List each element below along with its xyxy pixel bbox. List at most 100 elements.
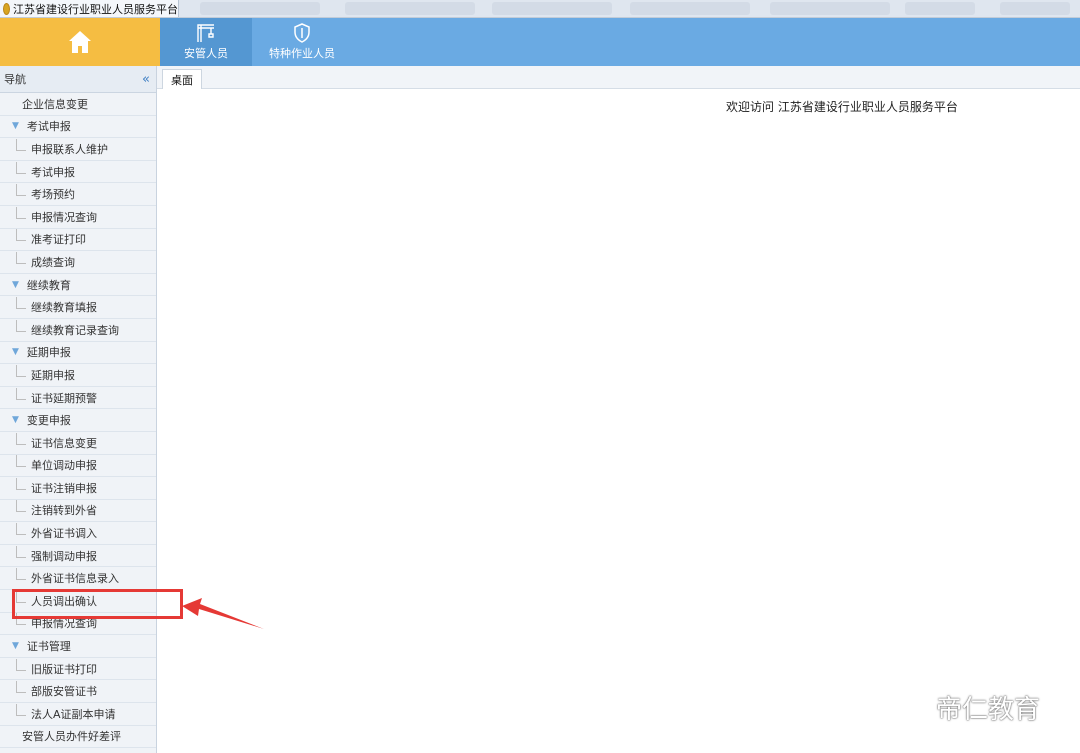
browser-tab[interactable]: [630, 2, 750, 15]
sidebar-item[interactable]: 延期申报: [0, 364, 156, 387]
sidebar-item-label: 考试申报: [26, 120, 71, 134]
sidebar-item[interactable]: 考试申报: [0, 161, 156, 184]
tree-connector-icon: [16, 703, 26, 716]
tree-connector-icon: [16, 297, 26, 310]
browser-tab-title: 江苏省建设行业职业人员服务平台: [13, 2, 178, 16]
nav-group[interactable]: ▼ 考试申报: [0, 116, 156, 139]
tree-connector-icon: [16, 206, 26, 219]
tree-connector-icon: [16, 523, 26, 536]
sidebar-item[interactable]: 证书延期预警: [0, 387, 156, 410]
sidebar-item-label: 继续教育: [26, 278, 71, 292]
wechat-icon: [893, 693, 926, 721]
browser-tab[interactable]: [905, 2, 975, 15]
sidebar-item[interactable]: 强制调动申报: [0, 545, 156, 568]
expand-triangle-icon: ▼: [12, 641, 19, 652]
browser-tab-strip: 江苏省建设行业职业人员服务平台: [0, 0, 1080, 18]
content-tab-strip: 桌面: [157, 66, 1080, 89]
tree-connector-icon: [16, 432, 26, 445]
tree-connector-icon: [16, 251, 26, 264]
nav-special-operations[interactable]: 特种作业人员: [252, 18, 352, 66]
tree-connector-icon: [16, 319, 26, 332]
sidebar-item-label: 延期申报: [26, 346, 71, 360]
sidebar-item[interactable]: 外省证书信息录入: [0, 567, 156, 591]
browser-tab[interactable]: [770, 2, 890, 15]
home-icon: [69, 31, 91, 53]
sidebar-item[interactable]: 准考证打印: [0, 229, 156, 252]
sidebar-item-label: 法人A证副本申请: [31, 707, 116, 721]
sidebar-item[interactable]: 证书注销申报: [0, 477, 156, 500]
expand-triangle-icon: ▼: [12, 415, 19, 426]
sidebar-item-label: 证书信息变更: [31, 436, 97, 450]
expand-triangle-icon: ▼: [12, 121, 19, 132]
sidebar-item-label: 强制调动申报: [31, 549, 97, 563]
nav-group[interactable]: ▼ 继续教育: [0, 274, 156, 297]
tree-connector-icon: [16, 184, 26, 197]
annotation-arrow-icon: [182, 598, 264, 629]
sidebar-item[interactable]: 申报联系人维护: [0, 138, 156, 161]
tree-connector-icon: [16, 161, 26, 174]
sidebar-item-label: 成绩查询: [31, 255, 75, 269]
site-favicon-icon: [3, 2, 10, 15]
browser-tab[interactable]: [1000, 2, 1070, 15]
browser-tab[interactable]: [345, 2, 475, 15]
tree-connector-icon: [16, 477, 26, 490]
expand-triangle-icon: ▼: [12, 347, 19, 358]
sidebar-item[interactable]: 成绩查询: [0, 251, 156, 274]
tree-connector-icon: [16, 229, 26, 242]
tree-connector-icon: [16, 364, 26, 377]
sidebar-item-label: 旧版证书打印: [31, 662, 97, 676]
sidebar-item-label: 延期申报: [31, 368, 75, 382]
sidebar-item[interactable]: 继续教育填报: [0, 296, 156, 319]
tree-connector-icon: [16, 568, 26, 581]
nav-safety-label: 安管人员: [184, 47, 228, 60]
nav-tree: 企业信息变更 ▼ 考试申报 申报联系人维护 考试申报 考场预约 申报情况查询 准考证打印 成绩查…: [0, 93, 156, 749]
sidebar-item-label: 外省证书信息录入: [31, 572, 119, 586]
sidebar-item-label: 考场预约: [31, 188, 75, 202]
nav-group[interactable]: ▼ 证书管理: [0, 635, 156, 658]
sidebar-item[interactable]: 部版安管证书: [0, 680, 156, 704]
sidebar-item[interactable]: 企业信息变更: [0, 93, 156, 116]
tree-connector-icon: [16, 500, 26, 513]
sidebar-item-label: 外省证书调入: [31, 527, 97, 541]
browser-tab[interactable]: [492, 2, 612, 15]
sidebar-item[interactable]: 考场预约: [0, 183, 156, 206]
sidebar-item[interactable]: 注销转到外省: [0, 500, 156, 523]
nav-safety-personnel[interactable]: 安管人员: [160, 18, 252, 66]
sidebar-item-label: 继续教育记录查询: [31, 323, 119, 337]
sidebar-item-label: 准考证打印: [31, 233, 86, 247]
browser-tab-active[interactable]: 江苏省建设行业职业人员服务平台: [0, 0, 179, 17]
expand-triangle-icon: ▼: [12, 279, 19, 290]
app-header: 安管人员 特种作业人员: [0, 18, 1080, 66]
shield-icon: [294, 23, 310, 43]
sidebar-item[interactable]: 继续教育记录查询: [0, 319, 156, 342]
sidebar: 导航 « 企业信息变更 ▼ 考试申报 申报联系人维护 考试申报 考场预约 申报情况查询 准考证…: [0, 66, 157, 753]
sidebar-item[interactable]: 证书信息变更: [0, 432, 156, 455]
sidebar-item-label: 证书注销申报: [31, 481, 97, 495]
collapse-sidebar-icon[interactable]: «: [142, 72, 150, 87]
tree-connector-icon: [16, 658, 26, 671]
sidebar-item[interactable]: 旧版证书打印: [0, 658, 156, 681]
tree-connector-icon: [16, 455, 26, 468]
nav-group[interactable]: ▼ 延期申报: [0, 342, 156, 365]
tree-connector-icon: [16, 545, 26, 558]
tree-connector-icon: [16, 681, 26, 694]
home-button[interactable]: [0, 18, 160, 66]
nav-special-label: 特种作业人员: [269, 47, 335, 60]
browser-tab[interactable]: [200, 2, 320, 15]
tree-connector-icon: [16, 138, 26, 151]
nav-group[interactable]: ▼ 变更申报: [0, 409, 156, 432]
sidebar-item[interactable]: 安管人员办件好差评: [0, 726, 156, 749]
sidebar-item-label: 继续教育填报: [31, 301, 97, 315]
sidebar-item-label: 申报联系人维护: [31, 142, 108, 156]
sidebar-item[interactable]: 外省证书调入: [0, 522, 156, 545]
sidebar-item-label: 企业信息变更: [22, 97, 88, 111]
sidebar-item[interactable]: 法人A证副本申请: [0, 703, 156, 726]
highlight-box: [12, 589, 183, 619]
sidebar-item-label: 证书延期预警: [31, 391, 97, 405]
sidebar-item[interactable]: 申报情况查询: [0, 206, 156, 229]
sidebar-item[interactable]: 单位调动申报: [0, 455, 156, 478]
crane-icon: [197, 24, 214, 42]
tab-desktop[interactable]: 桌面: [162, 69, 202, 89]
watermark-text: 帝仁教育: [936, 695, 1041, 725]
tree-connector-icon: [16, 387, 26, 400]
